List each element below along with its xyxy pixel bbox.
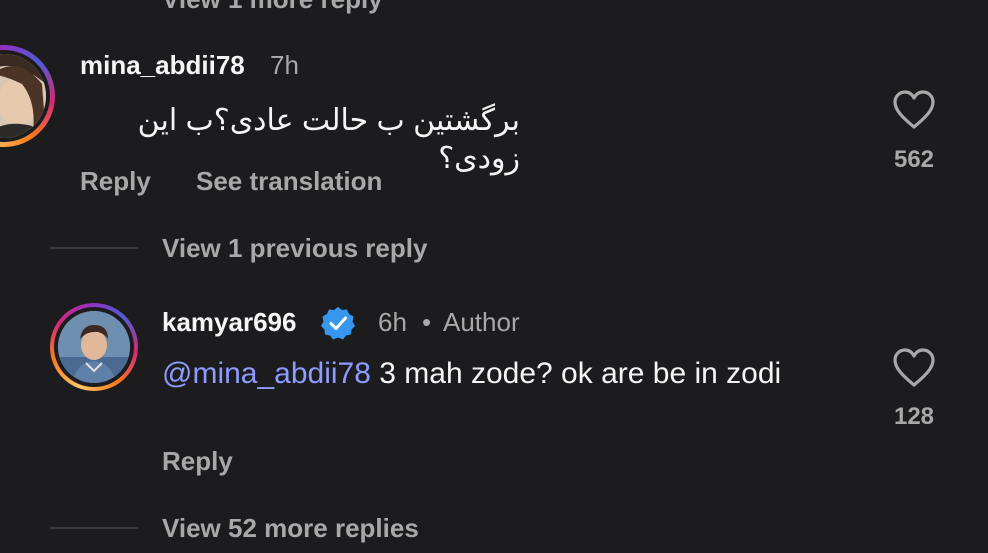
mention-link[interactable]: @mina_abdii78 bbox=[162, 357, 371, 390]
verified-badge-icon bbox=[321, 307, 355, 340]
view-previous-reply-link[interactable]: View 1 previous reply bbox=[162, 233, 427, 264]
reply-text: 3 mah zode? ok are be in zodi bbox=[370, 357, 782, 390]
like-count: 128 bbox=[893, 403, 935, 430]
thread-divider bbox=[50, 527, 138, 529]
avatar-mina-abdii78[interactable] bbox=[0, 45, 55, 147]
avatar-image bbox=[0, 54, 46, 138]
meta-separator: • bbox=[422, 307, 432, 337]
thread-divider bbox=[50, 247, 138, 249]
comments-panel: View 1 more reply mina_abdii78 7h برگشتی… bbox=[0, 0, 988, 553]
comment-username[interactable]: mina_abdii78 bbox=[80, 50, 245, 81]
heart-outline-icon[interactable] bbox=[892, 90, 936, 130]
like-count: 562 bbox=[893, 146, 935, 173]
reply-button[interactable]: Reply bbox=[162, 446, 233, 477]
avatar-image bbox=[58, 311, 130, 383]
reply-text-block: @mina_abdii78 3 mah zode? ok are be in z… bbox=[162, 355, 802, 393]
reply-timestamp: 6h bbox=[378, 307, 407, 337]
view-more-reply-link-cutoff[interactable]: View 1 more reply bbox=[162, 0, 383, 15]
heart-outline-icon[interactable] bbox=[892, 348, 936, 388]
see-translation-button[interactable]: See translation bbox=[196, 166, 382, 197]
view-more-replies-link[interactable]: View 52 more replies bbox=[162, 513, 419, 544]
reply-username[interactable]: kamyar696 bbox=[162, 307, 296, 338]
author-badge: Author bbox=[443, 307, 520, 337]
avatar-kamyar696[interactable] bbox=[50, 303, 138, 391]
comment-timestamp: 7h bbox=[270, 50, 299, 80]
reply-button[interactable]: Reply bbox=[80, 166, 151, 197]
